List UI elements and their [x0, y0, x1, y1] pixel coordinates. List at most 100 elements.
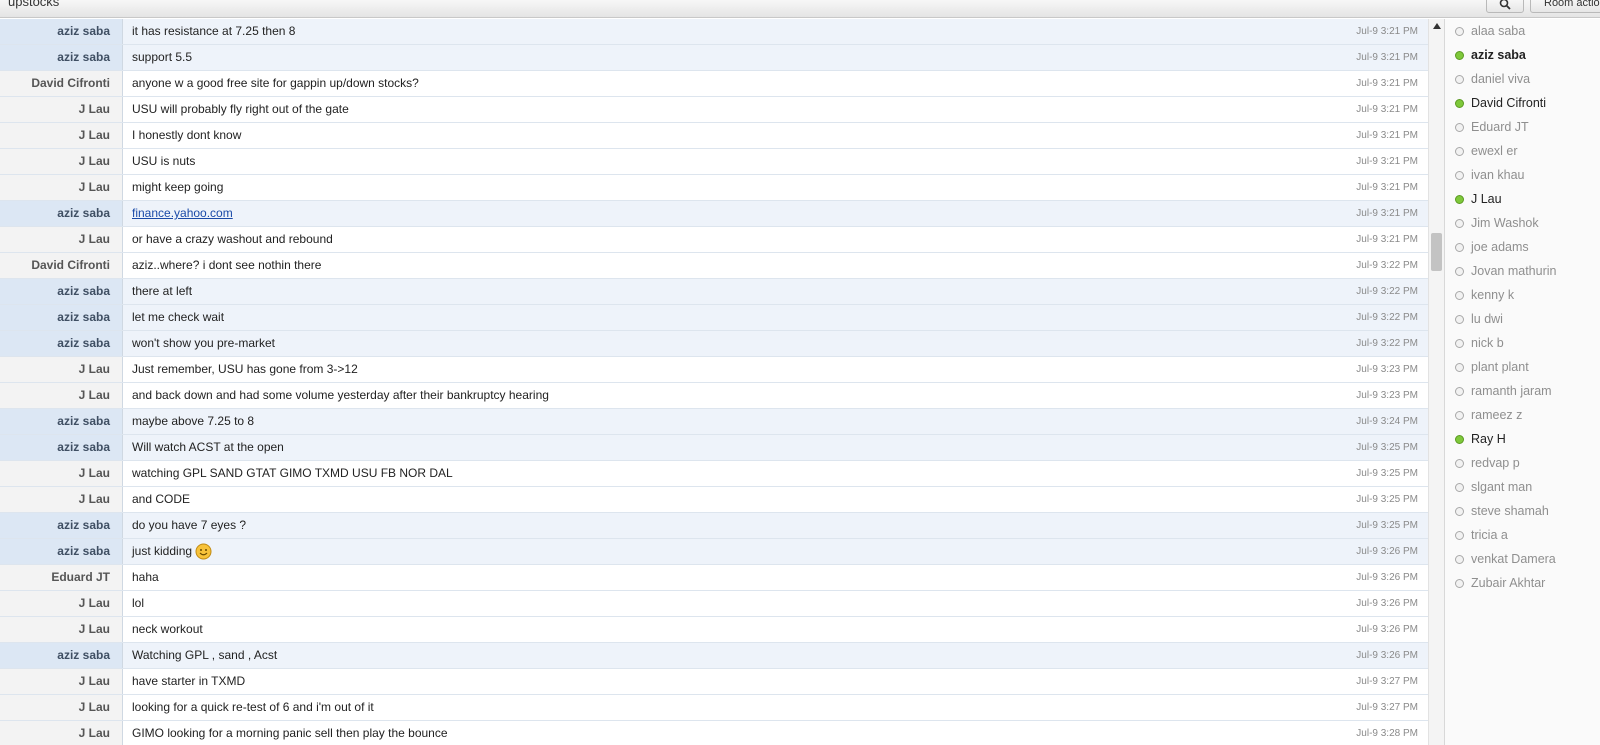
message-list[interactable]: aziz saba it has resistance at 7.25 then …	[0, 19, 1428, 745]
user-list-item[interactable]: kenny k	[1455, 283, 1514, 307]
message-text: or have a crazy washout and rebound	[132, 227, 333, 252]
user-list-item[interactable]: ramanth jaram	[1455, 379, 1552, 403]
message-text: GIMO looking for a morning panic sell th…	[132, 721, 448, 745]
message-text-content: do you have 7 eyes ?	[132, 518, 247, 532]
message-timestamp: Jul-9 3:24 PM	[1356, 416, 1418, 427]
message-author[interactable]: J Lau	[0, 669, 123, 694]
message-author[interactable]: aziz saba	[0, 331, 123, 356]
offline-status-icon	[1455, 243, 1464, 253]
message-author[interactable]: J Lau	[0, 123, 123, 148]
message-text-content: anyone w a good free site for gappin up/…	[132, 76, 419, 90]
user-list-item[interactable]: steve shamah	[1455, 499, 1549, 523]
user-list-item[interactable]: ewexl er	[1455, 139, 1518, 163]
message-timestamp: Jul-9 3:21 PM	[1356, 156, 1418, 167]
user-list-item[interactable]: Zubair Akhtar	[1455, 571, 1545, 595]
message-author[interactable]: J Lau	[0, 487, 123, 512]
user-list-item[interactable]: rameez z	[1455, 403, 1522, 427]
offline-status-icon	[1455, 363, 1464, 373]
offline-status-icon	[1455, 171, 1464, 181]
message-author[interactable]: J Lau	[0, 175, 123, 200]
message-author[interactable]: J Lau	[0, 357, 123, 382]
message-author[interactable]: aziz saba	[0, 19, 123, 44]
user-list-item[interactable]: plant plant	[1455, 355, 1529, 379]
message-timestamp: Jul-9 3:25 PM	[1356, 520, 1418, 531]
message-text: it has resistance at 7.25 then 8	[132, 19, 295, 44]
user-list-item[interactable]: tricia a	[1455, 523, 1508, 547]
search-icon	[1499, 0, 1511, 10]
message-author[interactable]: aziz saba	[0, 279, 123, 304]
message-author[interactable]: aziz saba	[0, 45, 123, 70]
message-author[interactable]: aziz saba	[0, 539, 123, 564]
message-timestamp: Jul-9 3:23 PM	[1356, 390, 1418, 401]
message-text-content: and back down and had some volume yester…	[132, 388, 549, 402]
message-author[interactable]: aziz saba	[0, 409, 123, 434]
user-list-item[interactable]: J Lau	[1455, 187, 1502, 211]
user-name: aziz saba	[1471, 48, 1526, 62]
user-list-item[interactable]: Ray H	[1455, 427, 1506, 451]
message-author[interactable]: J Lau	[0, 149, 123, 174]
online-status-icon	[1455, 99, 1464, 109]
message-row: aziz saba support 5.5 Jul-9 3:21 PM	[0, 45, 1428, 71]
message-link[interactable]: finance.yahoo.com	[132, 206, 233, 220]
message-author[interactable]: J Lau	[0, 383, 123, 408]
message-author[interactable]: J Lau	[0, 721, 123, 745]
user-name: plant plant	[1471, 360, 1529, 374]
message-author[interactable]: aziz saba	[0, 513, 123, 538]
message-text: USU will probably fly right out of the g…	[132, 97, 349, 122]
offline-status-icon	[1455, 339, 1464, 349]
message-author[interactable]: J Lau	[0, 591, 123, 616]
user-list-item[interactable]: ivan khau	[1455, 163, 1525, 187]
message-author[interactable]: aziz saba	[0, 643, 123, 668]
message-author[interactable]: aziz saba	[0, 201, 123, 226]
room-header-bar: upstocks Room actions	[0, 0, 1600, 18]
message-scrollbar[interactable]	[1428, 19, 1444, 745]
message-timestamp: Jul-9 3:27 PM	[1356, 676, 1418, 687]
user-list-item[interactable]: daniel viva	[1455, 67, 1530, 91]
message-text: aziz..where? i dont see nothin there	[132, 253, 321, 278]
message-author[interactable]: J Lau	[0, 461, 123, 486]
offline-status-icon	[1455, 291, 1464, 301]
user-list-item[interactable]: Jovan mathurin	[1455, 259, 1556, 283]
message-text-content: USU will probably fly right out of the g…	[132, 102, 349, 116]
message-author[interactable]: J Lau	[0, 97, 123, 122]
message-timestamp: Jul-9 3:21 PM	[1356, 182, 1418, 193]
message-row: J Lau lol Jul-9 3:26 PM	[0, 591, 1428, 617]
message-text: I honestly dont know	[132, 123, 241, 148]
smiley-icon	[195, 543, 212, 560]
user-list-item[interactable]: David Cifronti	[1455, 91, 1546, 115]
message-row: Eduard JT haha Jul-9 3:26 PM	[0, 565, 1428, 591]
user-list-item[interactable]: nick b	[1455, 331, 1504, 355]
message-author[interactable]: aziz saba	[0, 305, 123, 330]
search-button[interactable]	[1486, 0, 1524, 13]
user-list-item[interactable]: venkat Damera	[1455, 547, 1556, 571]
offline-status-icon	[1455, 387, 1464, 397]
room-actions-button[interactable]: Room actions	[1530, 0, 1600, 13]
message-text: lol	[132, 591, 144, 616]
message-text-content: lol	[132, 596, 145, 610]
user-list-item[interactable]: joe adams	[1455, 235, 1529, 259]
user-list-item[interactable]: redvap p	[1455, 451, 1520, 475]
message-text: there at left	[132, 279, 192, 304]
message-text: Just remember, USU has gone from 3->12	[132, 357, 358, 382]
user-list-item[interactable]: alaa saba	[1455, 19, 1525, 43]
user-list-item[interactable]: lu dwi	[1455, 307, 1503, 331]
message-row: aziz saba maybe above 7.25 to 8 Jul-9 3:24…	[0, 409, 1428, 435]
scroll-thumb[interactable]	[1431, 233, 1442, 271]
message-row: David Cifronti anyone w a good free site …	[0, 71, 1428, 97]
user-list-item[interactable]: Eduard JT	[1455, 115, 1529, 139]
message-author[interactable]: J Lau	[0, 617, 123, 642]
message-author[interactable]: David Cifronti	[0, 71, 123, 96]
user-list-item[interactable]: slgant man	[1455, 475, 1532, 499]
message-timestamp: Jul-9 3:21 PM	[1356, 52, 1418, 63]
scroll-up-arrow[interactable]	[1433, 23, 1441, 29]
message-text-content: GIMO looking for a morning panic sell th…	[132, 726, 448, 740]
message-author[interactable]: J Lau	[0, 227, 123, 252]
message-author[interactable]: J Lau	[0, 695, 123, 720]
message-author[interactable]: aziz saba	[0, 435, 123, 460]
user-list-item[interactable]: Jim Washok	[1455, 211, 1539, 235]
user-list-item[interactable]: aziz saba	[1455, 43, 1526, 67]
message-author[interactable]: David Cifronti	[0, 253, 123, 278]
message-author[interactable]: Eduard JT	[0, 565, 123, 590]
offline-status-icon	[1455, 75, 1464, 85]
offline-status-icon	[1455, 531, 1464, 541]
